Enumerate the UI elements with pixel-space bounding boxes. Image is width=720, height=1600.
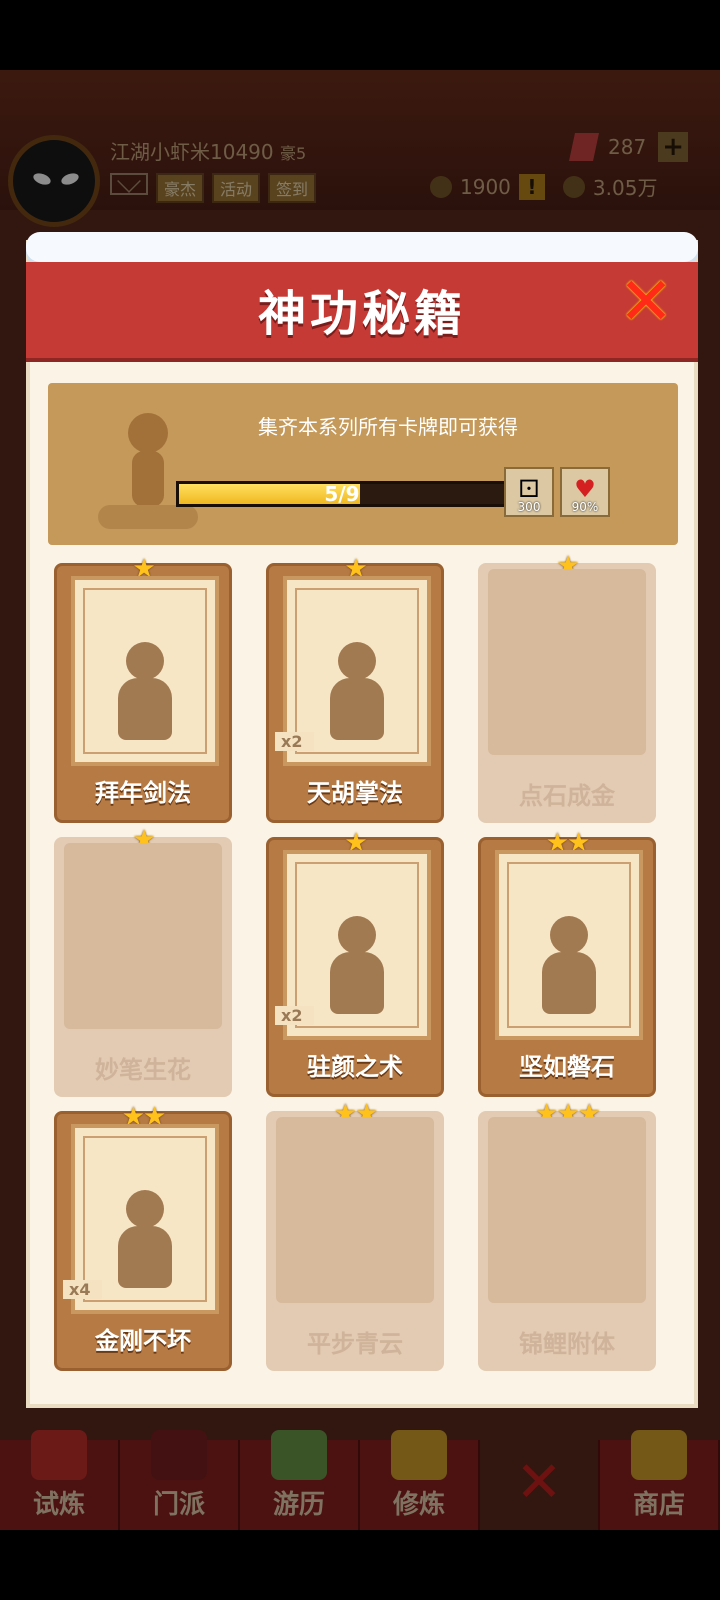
card-6[interactable]: ★★ 坚如磐石 [478,828,656,1097]
heart-icon: ♥ [574,475,596,503]
card-art [276,1117,434,1303]
card-count-badge: x4 [63,1280,103,1299]
card-name: 金刚不坏 [95,1327,191,1355]
status-bar [0,0,720,70]
card-7[interactable]: ★★ x4 金刚不坏 [54,1102,232,1371]
card-5[interactable]: ★ x2 驻颜之术 [266,828,444,1097]
collection-hint: 集齐本系列所有卡牌即可获得 [258,415,518,439]
dialog-header: 神功秘籍 [26,262,698,362]
card-count-badge: x2 [275,1006,315,1025]
card-1[interactable]: ★ 拜年剑法 [54,554,232,823]
figure-icon [322,642,392,742]
card-9[interactable]: ★★★ 锦鲤附体 [478,1099,656,1371]
reward-dice-value: 300 [517,500,541,514]
card-art [488,569,646,755]
collection-banner: 集齐本系列所有卡牌即可获得 5/9 ⚀ 300 ♥ 90% [48,383,678,545]
reward-heart-value: 90% [571,500,599,514]
card-name: 拜年剑法 [95,779,191,807]
figure-icon [534,916,604,1016]
snow-decoration [26,232,698,262]
dice-icon: ⚀ [518,475,540,503]
card-name: 天胡掌法 [307,779,403,807]
card-name: 坚如磐石 [519,1053,615,1081]
dialog-title: 神功秘籍 [257,286,466,342]
figure-icon [322,916,392,1016]
reward-dice[interactable]: ⚀ 300 [504,467,554,517]
progress-text: 5/9 [324,482,360,506]
card-name: 驻颜之术 [307,1053,403,1081]
system-nav-bar [0,1530,720,1600]
figure-icon [110,1190,180,1290]
close-icon[interactable]: ✕ [614,269,678,335]
card-count-badge: x2 [275,732,315,751]
card-8[interactable]: ★★ 平步青云 [266,1099,444,1371]
card-2[interactable]: ★ x2 天胡掌法 [266,554,444,823]
collection-progress: 5/9 [176,481,508,507]
martial-artist-icon [98,413,198,529]
card-name: 点石成金 [519,782,615,810]
card-art [495,850,643,1040]
card-3[interactable]: ★ 点石成金 [478,551,656,823]
reward-heart[interactable]: ♥ 90% [560,467,610,517]
figure-icon [110,642,180,742]
card-art [64,843,222,1029]
card-4[interactable]: ★ 妙笔生花 [54,825,232,1097]
card-art [71,576,219,766]
card-name: 锦鲤附体 [519,1330,615,1358]
card-art [488,1117,646,1303]
card-name: 平步青云 [307,1330,403,1358]
card-name: 妙笔生花 [95,1056,191,1084]
